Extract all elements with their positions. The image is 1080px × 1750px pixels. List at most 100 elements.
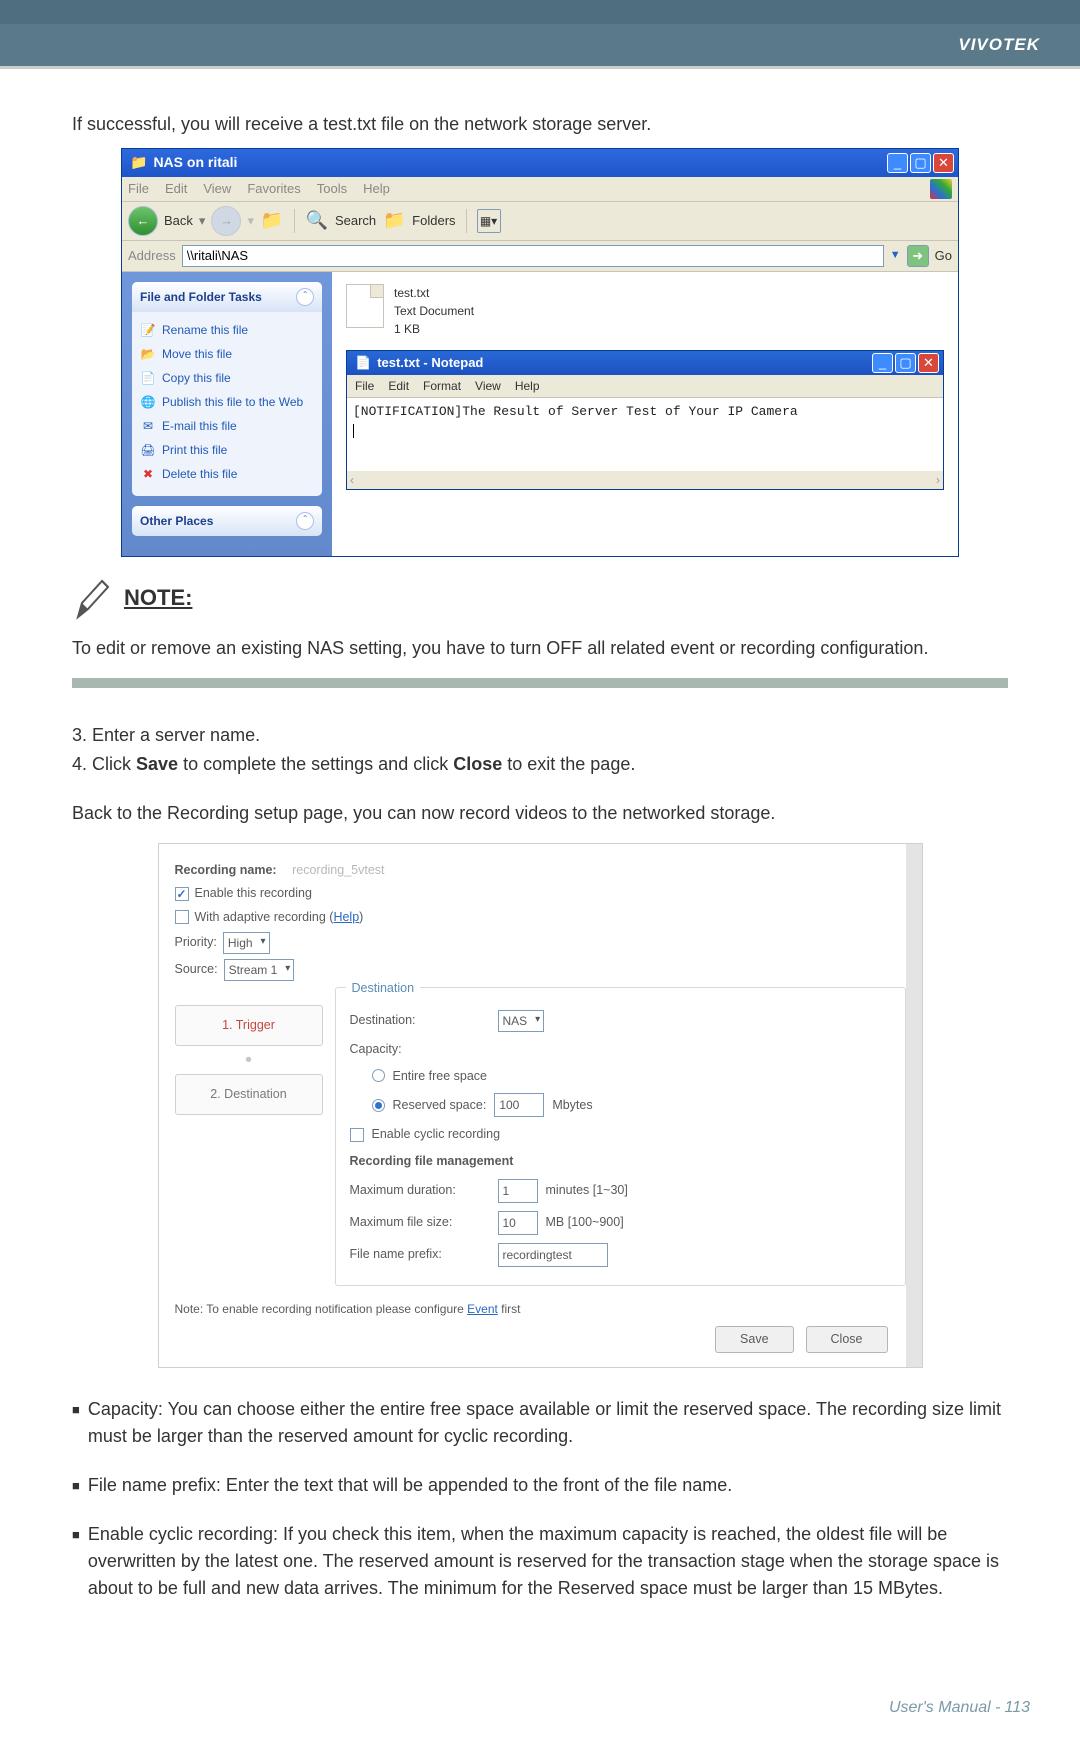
file-name[interactable]: test.txt [394,284,474,302]
note-heading: NOTE: [124,581,192,614]
step-4: 4. Click Save to complete the settings a… [72,751,1008,778]
enable-label: Enable this recording [195,884,312,903]
np-menu-help[interactable]: Help [515,377,540,395]
close-icon[interactable]: ✕ [918,353,939,373]
search-icon[interactable]: 🔍 [305,209,329,233]
notepad-window: 📄 test.txt - Notepad _ ▢ ✕ File Edit Form… [346,350,944,490]
notepad-content: [NOTIFICATION]The Result of Server Test … [353,404,798,419]
folder-icon: 📁 [130,152,147,173]
adaptive-checkbox[interactable] [175,910,189,924]
close-button[interactable]: Close [806,1326,888,1353]
forward-button[interactable]: → [211,206,241,236]
reserved-label: Reserved space: [393,1096,487,1115]
entire-radio[interactable] [372,1069,385,1082]
dest-label: Destination: [350,1011,490,1030]
file-type: Text Document [394,302,474,320]
task-print[interactable]: 🖨Print this file [138,438,316,462]
task-publish[interactable]: 🌐Publish this file to the Web [138,390,316,414]
save-button[interactable]: Save [715,1326,794,1353]
cyclic-label: Enable cyclic recording [372,1125,501,1144]
page-number: 113 [1004,1696,1030,1720]
address-input[interactable] [182,245,884,267]
folders-icon[interactable]: 📁 [382,209,406,233]
rec-footnote: Note: To enable recording notification p… [175,1300,906,1318]
priority-label: Priority: [175,933,217,952]
go-button[interactable]: ➜ [907,245,929,267]
pencil-icon [72,573,112,623]
mgmt-label: Recording file management [350,1152,514,1171]
rec-name-label: Recording name: [175,861,277,880]
reserved-input[interactable]: 100 [494,1093,544,1117]
notepad-title: test.txt - Notepad [377,353,483,373]
minimize-icon[interactable]: _ [887,153,908,173]
maxsize-input[interactable]: 10 [498,1211,538,1235]
prefix-input[interactable]: recordingtest [498,1243,608,1267]
back-line: Back to the Recording setup page, you ca… [72,800,1008,827]
task-delete[interactable]: ✖Delete this file [138,462,316,486]
maxdur-label: Maximum duration: [350,1181,490,1200]
enable-checkbox[interactable] [175,887,189,901]
views-icon[interactable]: ▦▾ [477,209,501,233]
reserved-radio[interactable] [372,1099,385,1112]
source-label: Source: [175,960,218,979]
step-trigger[interactable]: 1. Trigger [175,1005,323,1046]
task-rename[interactable]: 📝Rename this file [138,318,316,342]
task-email[interactable]: ✉E-mail this file [138,414,316,438]
go-label[interactable]: Go [935,246,952,266]
np-menu-edit[interactable]: Edit [388,377,409,395]
bullet-cyclic: Enable cyclic recording: If you check th… [88,1521,1008,1602]
task-copy[interactable]: 📄Copy this file [138,366,316,390]
rec-name-value[interactable]: recording_5vtest [292,861,384,880]
cyclic-checkbox[interactable] [350,1128,364,1142]
event-link[interactable]: Event [467,1302,498,1316]
up-icon[interactable]: 📁 [260,209,284,233]
menu-file[interactable]: File [128,179,149,199]
tasks-header: File and Folder Tasks [140,288,262,306]
np-menu-file[interactable]: File [355,377,374,395]
priority-select[interactable]: High [223,932,270,954]
notepad-icon: 📄 [355,353,371,373]
maxdur-input[interactable]: 1 [498,1179,538,1203]
maximize-icon[interactable]: ▢ [910,153,931,173]
back-label[interactable]: Back [164,211,193,231]
dest-select[interactable]: NAS [498,1010,545,1032]
maxsize-unit: MB [100~900] [546,1213,624,1232]
bullet-capacity: Capacity: You can choose either the enti… [88,1396,1008,1450]
entire-label: Entire free space [393,1067,488,1086]
collapse-icon[interactable]: ˆ [296,288,314,306]
destination-legend: Destination [346,979,421,998]
np-menu-view[interactable]: View [475,377,501,395]
mbytes-label: Mbytes [552,1096,592,1115]
explorer-window: 📁NAS on ritali _ ▢ ✕ File Edit View Favo… [121,148,959,557]
menu-favorites[interactable]: Favorites [247,179,300,199]
file-size: 1 KB [394,320,474,338]
close-icon[interactable]: ✕ [933,153,954,173]
other-places-header: Other Places [140,512,213,530]
help-link[interactable]: Help [333,910,359,924]
folders-label[interactable]: Folders [412,211,455,231]
maximize-icon[interactable]: ▢ [895,353,916,373]
back-button[interactable]: ← [128,206,158,236]
capacity-label: Capacity: [350,1040,490,1059]
step-destination[interactable]: 2. Destination [175,1074,323,1115]
maxdur-unit: minutes [1~30] [546,1181,628,1200]
menu-view[interactable]: View [203,179,231,199]
brand-label: VIVOTEK [958,35,1040,54]
note-text: To edit or remove an existing NAS settin… [72,635,1008,662]
collapse-icon[interactable]: ˆ [296,512,314,530]
scrollbar[interactable] [906,844,922,1367]
minimize-icon[interactable]: _ [872,353,893,373]
task-move[interactable]: 📂Move this file [138,342,316,366]
menu-tools[interactable]: Tools [317,179,347,199]
footer-label: User's Manual - [889,1696,1001,1720]
menu-edit[interactable]: Edit [165,179,187,199]
menu-help[interactable]: Help [363,179,390,199]
np-menu-format[interactable]: Format [423,377,461,395]
success-text: If successful, you will receive a test.t… [72,89,1008,148]
source-select[interactable]: Stream 1 [224,959,295,981]
text-file-icon[interactable] [346,284,384,328]
search-label[interactable]: Search [335,211,376,231]
explorer-menu[interactable]: File Edit View Favorites Tools Help [128,179,390,199]
address-label: Address [128,246,176,266]
windows-flag-icon [930,179,952,199]
